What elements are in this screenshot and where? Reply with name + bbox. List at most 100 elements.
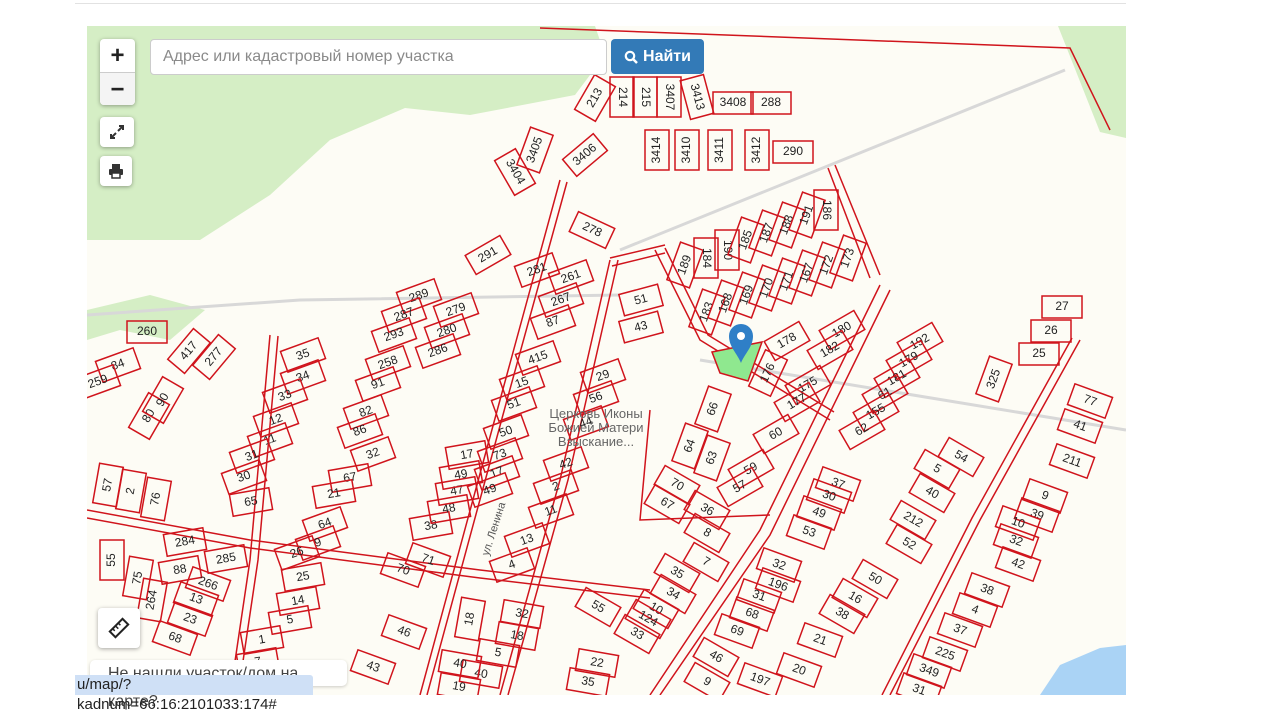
parcel[interactable]: 35	[565, 666, 611, 695]
parcel[interactable]: 18	[453, 596, 487, 642]
parcel[interactable]: 9	[1021, 477, 1069, 515]
parcel[interactable]: 288	[750, 91, 792, 115]
parcel[interactable]: 50	[482, 413, 530, 451]
parcel[interactable]: 267	[537, 281, 585, 319]
parcel[interactable]: 88	[157, 554, 203, 586]
find-button[interactable]: Найти	[611, 39, 704, 74]
parcel[interactable]: 3408	[712, 91, 754, 115]
parcel[interactable]: 49	[795, 494, 843, 532]
parcel[interactable]: 3407	[656, 76, 682, 118]
address-search-input[interactable]	[150, 39, 607, 75]
parcel[interactable]: 38	[408, 510, 454, 542]
parcel[interactable]: 29	[579, 357, 627, 395]
parcel[interactable]: 3411	[707, 129, 733, 171]
parcel[interactable]: 277	[191, 333, 237, 381]
parcel[interactable]: 32	[499, 598, 545, 630]
parcel[interactable]: 43	[349, 648, 397, 686]
zoom-in-button[interactable]: +	[100, 39, 135, 72]
parcel[interactable]: 290	[772, 140, 814, 164]
parcel[interactable]: 3406	[561, 132, 609, 178]
parcel[interactable]: 177	[773, 381, 821, 423]
parcel[interactable]: 3405	[515, 126, 555, 174]
parcel[interactable]: 27	[1041, 295, 1083, 319]
parcel[interactable]: 215	[632, 76, 658, 118]
zoom-out-button[interactable]: −	[100, 72, 135, 105]
print-button[interactable]	[100, 156, 132, 186]
parcel[interactable]: 189	[665, 241, 705, 289]
parcel[interactable]: 214	[609, 76, 635, 118]
parcel[interactable]: 281	[513, 251, 561, 289]
parcel[interactable]: 53	[785, 513, 833, 551]
parcel[interactable]: 71	[404, 541, 452, 579]
parcel[interactable]: 325	[974, 355, 1014, 403]
parcel-number: 25	[295, 568, 311, 584]
parcel[interactable]: 2	[114, 468, 148, 514]
parcel[interactable]: 66	[693, 385, 733, 433]
parcel[interactable]: 77	[1066, 382, 1114, 420]
parcel[interactable]: 25	[280, 561, 326, 593]
parcel[interactable]: 287	[380, 296, 428, 334]
parcel[interactable]: 54	[937, 436, 985, 478]
parcel[interactable]: 68	[151, 619, 199, 657]
parcel[interactable]: 293	[370, 316, 418, 354]
parcel[interactable]: 26	[1030, 319, 1072, 343]
parcel[interactable]: 57	[91, 462, 125, 508]
parcel[interactable]: 86	[336, 412, 384, 450]
parcel-number: 70	[668, 475, 687, 494]
fullscreen-button[interactable]	[100, 117, 134, 147]
ruler-button[interactable]	[98, 608, 140, 648]
parcel[interactable]: 9	[683, 661, 731, 695]
parcel[interactable]: 21	[796, 621, 844, 659]
parcel[interactable]: 197	[736, 661, 784, 695]
parcel[interactable]: 82	[342, 393, 390, 431]
map-canvas[interactable]: 213 214 215 3407 3413 3408 2883414 3410 3411 3412…	[87, 26, 1126, 695]
parcel[interactable]: 70	[653, 464, 701, 506]
parcel[interactable]: 46	[692, 636, 740, 678]
parcel[interactable]: 46	[380, 613, 428, 651]
parcel[interactable]: 3412	[744, 129, 770, 171]
parcel-number: 42	[557, 454, 575, 472]
parcel[interactable]: 188	[767, 201, 807, 249]
parcel[interactable]: 87	[529, 303, 577, 341]
parcel[interactable]: 35	[279, 336, 327, 374]
parcel[interactable]: 20	[775, 651, 823, 689]
parcel[interactable]: 4	[488, 546, 536, 584]
parcel[interactable]: 173	[828, 234, 868, 282]
parcel[interactable]: 182	[806, 329, 854, 371]
parcel[interactable]: 3413	[679, 73, 715, 121]
parcel[interactable]: 3410	[674, 129, 700, 171]
parcel[interactable]: 259	[87, 363, 122, 401]
parcel[interactable]: 11	[527, 492, 575, 530]
parcel[interactable]: 5	[267, 604, 313, 636]
parcel[interactable]: 278	[568, 210, 616, 250]
parcel[interactable]: 42	[542, 445, 590, 483]
parcel[interactable]: 14	[275, 585, 321, 617]
parcel[interactable]: 64	[301, 505, 349, 543]
parcel[interactable]: 285	[203, 543, 249, 575]
parcel[interactable]: 284	[162, 526, 208, 558]
parcel[interactable]: 286	[414, 332, 462, 370]
parcel[interactable]: 211	[1048, 442, 1096, 480]
parcel-number: 21	[812, 630, 830, 648]
parcel[interactable]: 178	[763, 320, 811, 362]
parcel-number: 50	[866, 569, 885, 588]
poi-label[interactable]: Церковь Иконы Божией Матери Взыскание...	[548, 406, 643, 449]
parcel-number: 67	[342, 469, 358, 485]
parcel[interactable]: 62	[838, 409, 886, 451]
parcel[interactable]: 76	[139, 476, 173, 522]
parcel[interactable]: 191	[787, 191, 827, 239]
parcel[interactable]: 3414	[644, 129, 670, 171]
parcel-number: 68	[167, 628, 185, 646]
parcel[interactable]: 2	[532, 468, 580, 506]
parcel[interactable]: 67	[643, 483, 691, 525]
parcel[interactable]: 291	[464, 234, 512, 276]
parcel[interactable]: 49	[466, 471, 514, 509]
parcel[interactable]: 60	[752, 413, 800, 455]
parcel[interactable]: 261	[547, 258, 595, 296]
cadastral-map[interactable]: 213 214 215 3407 3413 3408 288 3414 3410 3411 3412…	[87, 26, 1126, 695]
parcel[interactable]: 55	[99, 539, 125, 581]
parcel[interactable]: 25	[1018, 342, 1060, 366]
parcel[interactable]: 186	[813, 189, 839, 231]
parcel[interactable]: 57	[716, 466, 764, 508]
parcel[interactable]: 63	[692, 434, 732, 482]
